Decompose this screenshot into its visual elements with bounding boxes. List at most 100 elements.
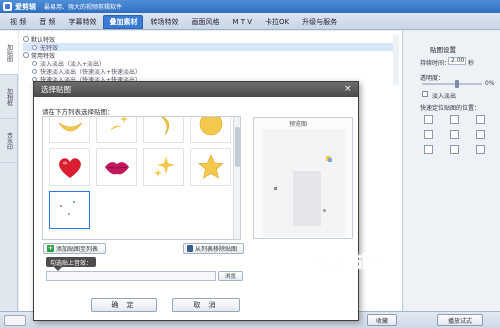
- side-tab-label: 加相框: [5, 87, 13, 106]
- settings-title: 贴图设置: [430, 46, 456, 54]
- sticker-thumb-full-moon[interactable]: [190, 117, 231, 143]
- dialog-title: 选择贴图: [41, 85, 71, 94]
- position-cell[interactable]: [424, 130, 433, 139]
- moon-icon: [160, 117, 169, 136]
- close-icon[interactable]: ×: [344, 85, 352, 94]
- side-tab-label: 加贴图: [5, 43, 13, 62]
- sound-path-input[interactable]: [46, 271, 216, 281]
- sticker-thumb-lips[interactable]: [96, 148, 137, 186]
- stars-icon: [153, 156, 175, 177]
- tab-audio[interactable]: 音 频: [33, 15, 61, 29]
- add-sticker-label: 添加贴图至列表: [56, 246, 99, 253]
- sticker-thumb-custom[interactable]: [49, 191, 90, 229]
- choose-sticker-dialog: 选择贴图 × 请在下方列表选择贴图： 预览图 + 添加贴图至列表 从列表移除贴图…: [33, 81, 359, 321]
- effect-option[interactable]: 无特效: [23, 43, 399, 52]
- empty-slot: [190, 191, 231, 229]
- effect-group-default[interactable]: 默认特效: [23, 35, 399, 44]
- duration-input[interactable]: 2.00: [448, 57, 466, 65]
- tab-karaoke[interactable]: 卡拉OK: [259, 15, 295, 29]
- browse-button[interactable]: 浏览: [218, 271, 243, 281]
- preview-sticker-icon: [274, 156, 332, 226]
- sticker-thumb-stars[interactable]: [143, 148, 184, 186]
- position-cell[interactable]: [476, 130, 485, 139]
- sticker-grid: [49, 117, 231, 229]
- remove-sticker-button[interactable]: 从列表移除贴图: [183, 243, 244, 254]
- sticker-settings-panel: 贴图设置 持续时间： 2.00 秒 透明度： 0% 淡入淡出 快速定位贴图的位置…: [404, 31, 500, 311]
- side-tab-remove-watermark[interactable]: 去水印: [0, 119, 18, 163]
- position-grid: [424, 115, 485, 155]
- position-cell[interactable]: [450, 130, 459, 139]
- expand-icon[interactable]: [23, 36, 29, 42]
- custom-sticker-icon: [59, 201, 75, 215]
- fade-checkbox[interactable]: [422, 91, 428, 97]
- moon-icon: [199, 117, 222, 136]
- remove-sticker-label: 从列表移除贴图: [195, 246, 238, 253]
- position-cell[interactable]: [424, 115, 433, 124]
- star-icon: [197, 154, 224, 179]
- sound-effect-tooltip: 勾选贴上音效：: [46, 257, 97, 271]
- radio-icon[interactable]: [32, 44, 37, 50]
- tab-picture-style[interactable]: 画面风格: [185, 15, 225, 29]
- effect-list-scrollbar[interactable]: [393, 35, 399, 85]
- side-tab-add-frame[interactable]: 加相框: [0, 75, 18, 119]
- position-label: 快速定位贴图的位置：: [420, 105, 481, 112]
- sticker-thumb-crescent[interactable]: [143, 117, 184, 143]
- cancel-button[interactable]: 取 消: [172, 298, 240, 312]
- empty-slot: [143, 191, 184, 229]
- tab-upgrade-service[interactable]: 升级与服务: [296, 15, 343, 29]
- preview-play-button[interactable]: 播放试式: [437, 314, 483, 326]
- tab-mtv[interactable]: M T V: [226, 15, 258, 29]
- sticker-list-scrollbar[interactable]: [233, 117, 240, 239]
- heart-icon: [58, 158, 81, 178]
- trash-icon: [187, 245, 193, 252]
- sticker-thumb-star[interactable]: [190, 148, 231, 186]
- sticker-thumb-heart[interactable]: [49, 148, 90, 186]
- position-cell[interactable]: [450, 115, 459, 124]
- duration-label: 持续时间：: [420, 60, 451, 67]
- position-cell[interactable]: [424, 145, 433, 154]
- title-bar: 爱剪辑 最易用、强大的视频剪辑软件: [0, 0, 500, 13]
- preview-box: 预览图: [253, 117, 353, 239]
- effect-list: 默认特效 无特效 常用特效 淡入淡出（淡入+淡出） 快速淡入淡出（快速淡入+快速…: [23, 35, 399, 85]
- tab-subtitle-effects[interactable]: 字幕特效: [62, 15, 102, 29]
- ok-button[interactable]: 确 定: [91, 298, 157, 312]
- add-sticker-button[interactable]: + 添加贴图至列表: [43, 243, 106, 254]
- radio-icon[interactable]: [32, 68, 37, 74]
- side-tab-bar: 加贴图 加相框 去水印: [0, 31, 18, 311]
- overlay-caption: 添加贴图: [311, 252, 380, 273]
- preview-image: [263, 129, 345, 237]
- app-slogan: 最易用、强大的视频剪辑软件: [44, 4, 123, 11]
- position-cell[interactable]: [476, 115, 485, 124]
- opacity-slider[interactable]: [422, 80, 482, 88]
- dialog-title-bar: 选择贴图 ×: [34, 82, 358, 97]
- position-cell[interactable]: [450, 145, 459, 154]
- moon-icon: [58, 122, 82, 132]
- sticker-thumb-sparkle-moon[interactable]: [96, 117, 137, 143]
- fade-label: 淡入淡出: [432, 93, 457, 100]
- tab-transition-effects[interactable]: 转场特效: [144, 15, 184, 29]
- list-prompt: 请在下方列表选择贴图：: [42, 108, 114, 116]
- preview-label: 预览图: [287, 119, 310, 128]
- opacity-value: 0%: [485, 80, 495, 87]
- sticker-list: [42, 116, 241, 240]
- side-tab-label: 去水印: [5, 131, 13, 150]
- opacity-label: 透明度：: [420, 75, 445, 82]
- duration-unit: 秒: [468, 60, 475, 67]
- side-tab-add-sticker[interactable]: 加贴图: [0, 31, 18, 75]
- slider-thumb[interactable]: [455, 80, 459, 88]
- empty-slot: [96, 191, 137, 229]
- app-name: 爱剪辑: [15, 2, 36, 11]
- dialog-body: 请在下方列表选择贴图： 预览图 + 添加贴图至列表 从列表移除贴图 勾选贴上音效…: [34, 97, 358, 320]
- collect-button[interactable]: 收藏: [367, 314, 397, 326]
- tab-overlay-materials[interactable]: 叠加素材: [103, 15, 144, 29]
- sparkles-icon: [109, 117, 128, 131]
- app-logo-icon: [3, 2, 12, 11]
- scrollbar-thumb[interactable]: [235, 127, 240, 167]
- tab-video[interactable]: 视 频: [4, 15, 32, 29]
- lips-icon: [104, 162, 129, 175]
- radio-icon[interactable]: [32, 60, 37, 66]
- sticker-thumb-moon[interactable]: [49, 117, 90, 143]
- position-cell[interactable]: [476, 145, 485, 154]
- expand-icon[interactable]: [23, 52, 29, 58]
- bottom-left-button[interactable]: [4, 315, 26, 326]
